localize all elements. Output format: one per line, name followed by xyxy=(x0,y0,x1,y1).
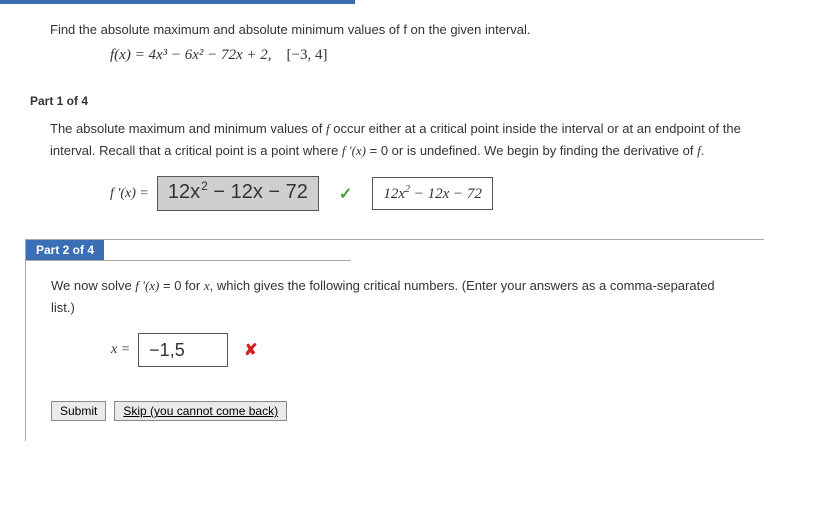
preview-text: 12x2 − 12x − 72 xyxy=(383,186,482,202)
part2-tab-border xyxy=(104,240,351,261)
interval: [−3, 4] xyxy=(287,47,328,63)
ans-rest: − 12x − 72 xyxy=(213,181,308,204)
p1-a: The absolute maximum and minimum values … xyxy=(50,121,326,136)
function-definition: f(x) = 4x³ − 6x² − 72x + 2, [−3, 4] xyxy=(50,44,764,67)
derivative-row: f '(x) = 12x2 − 12x − 72 ✓ 12x2 − 12x − … xyxy=(50,176,764,211)
cross-icon: ✘ xyxy=(244,340,257,360)
skip-button[interactable]: Skip (you cannot come back) xyxy=(114,401,287,421)
ans-exp: 2 xyxy=(201,179,208,193)
part1-text: The absolute maximum and minimum values … xyxy=(50,118,764,162)
p1-c: = 0 or is undefined. We begin by finding… xyxy=(366,143,697,158)
part2-label: Part 2 of 4 xyxy=(26,240,104,261)
p1-d: . xyxy=(701,143,705,158)
button-row: Submit Skip (you cannot come back) xyxy=(51,401,739,421)
critical-numbers-input[interactable]: −1,5 xyxy=(138,333,228,367)
deriv-lhs: f '(x) = xyxy=(110,186,149,202)
input-value: −1,5 xyxy=(149,340,185,361)
ans-term1: 12x xyxy=(168,181,200,204)
part2-body: We now solve f '(x) = 0 for x, which giv… xyxy=(26,261,764,441)
prompt-text: Find the absolute maximum and absolute m… xyxy=(50,22,531,37)
p1-fprime: f '(x) xyxy=(342,143,366,158)
p2-fprime: f '(x) xyxy=(135,278,159,293)
p2-b: = 0 for xyxy=(159,278,203,293)
checkmark-icon: ✓ xyxy=(339,184,352,204)
part2-container: Part 2 of 4 We now solve f '(x) = 0 for … xyxy=(25,239,764,441)
p2-a: We now solve xyxy=(51,278,135,293)
x-equals: x = xyxy=(111,342,130,358)
func-rhs: 4x³ − 6x² − 72x + 2, xyxy=(148,47,271,63)
content-area: Find the absolute maximum and absolute m… xyxy=(0,4,814,441)
solve-row: x = −1,5 ✘ xyxy=(51,333,739,367)
answer-box-correct: 12x2 − 12x − 72 xyxy=(157,176,319,211)
part1-label: Part 1 of 4 xyxy=(30,94,764,108)
math-preview: 12x2 − 12x − 72 xyxy=(372,177,493,210)
submit-button[interactable]: Submit xyxy=(51,401,106,421)
func-lhs: f(x) = xyxy=(110,47,148,63)
part2-text: We now solve f '(x) = 0 for x, which giv… xyxy=(51,275,739,319)
question-prompt: Find the absolute maximum and absolute m… xyxy=(50,20,764,66)
